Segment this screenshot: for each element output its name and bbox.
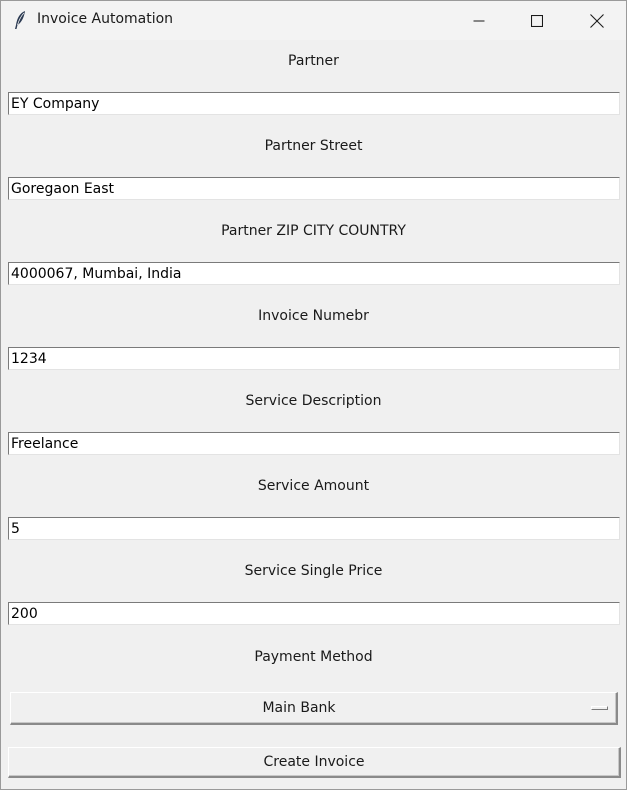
- service-single-price-input[interactable]: [8, 602, 620, 625]
- service-description-label: Service Description: [245, 393, 382, 409]
- payment-method-value: Main Bank: [262, 700, 336, 716]
- invoice-number-input[interactable]: [8, 347, 620, 370]
- app-window: Invoice Automation Partner Partner Stree…: [0, 0, 627, 790]
- feather-icon: [12, 10, 30, 30]
- minimize-icon: [473, 20, 485, 21]
- service-amount-input[interactable]: [8, 517, 620, 540]
- minimize-button[interactable]: [450, 1, 508, 40]
- close-button[interactable]: [568, 1, 626, 40]
- payment-method-label: Payment Method: [254, 649, 373, 665]
- dropdown-indicator-icon: [591, 706, 608, 710]
- partner-street-label: Partner Street: [264, 138, 363, 154]
- invoice-number-label: Invoice Numebr: [258, 308, 369, 324]
- partner-input[interactable]: [8, 92, 620, 115]
- service-description-input[interactable]: [8, 432, 620, 455]
- partner-zip-city-country-input[interactable]: [8, 262, 620, 285]
- partner-street-input[interactable]: [8, 177, 620, 200]
- title-bar[interactable]: Invoice Automation: [1, 1, 626, 40]
- service-amount-label: Service Amount: [257, 478, 370, 494]
- maximize-button[interactable]: [508, 1, 566, 40]
- maximize-icon: [531, 14, 543, 27]
- window-title: Invoice Automation: [37, 11, 174, 27]
- partner-zip-city-country-label: Partner ZIP CITY COUNTRY: [221, 223, 406, 239]
- create-invoice-button[interactable]: Create Invoice: [8, 747, 621, 778]
- payment-method-select[interactable]: Main Bank: [10, 692, 618, 725]
- partner-label: Partner: [288, 53, 339, 69]
- close-icon: [590, 13, 604, 28]
- service-single-price-label: Service Single Price: [244, 563, 383, 579]
